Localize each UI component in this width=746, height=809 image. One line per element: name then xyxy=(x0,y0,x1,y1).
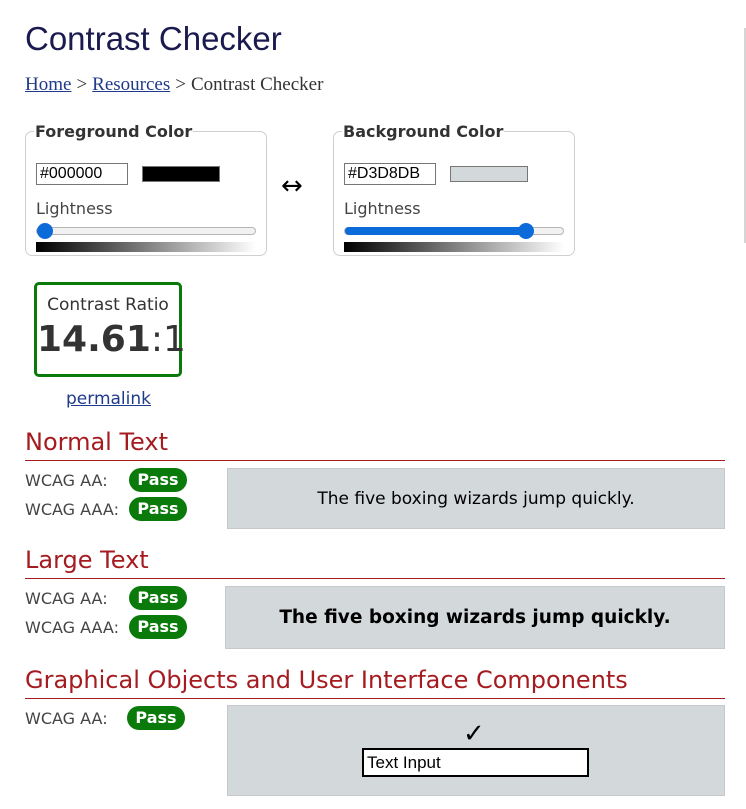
normal-aaa-pass-badge: Pass xyxy=(129,497,187,521)
contrast-ratio-label: Contrast Ratio xyxy=(47,295,169,315)
foreground-lightness-slider[interactable] xyxy=(36,223,256,239)
large-aa-pass-badge: Pass xyxy=(129,586,187,610)
section-divider xyxy=(25,460,725,461)
foreground-lightness-label: Lightness xyxy=(36,199,113,218)
section-divider xyxy=(25,578,725,579)
breadcrumb-separator: > xyxy=(175,74,186,95)
permalink-link[interactable]: permalink xyxy=(66,389,151,409)
normal-text-heading: Normal Text xyxy=(25,428,169,456)
breadcrumb: Home > Resources > Contrast Checker xyxy=(25,74,323,96)
contrast-ratio-number: 14.61 xyxy=(37,319,151,360)
background-color-group: Background Color Lightness xyxy=(333,122,575,256)
background-slider-thumb[interactable] xyxy=(518,223,534,239)
foreground-lightness-gradient xyxy=(36,242,256,252)
graphical-objects-heading: Graphical Objects and User Interface Com… xyxy=(25,666,628,694)
normal-aa-pass-badge: Pass xyxy=(129,468,187,492)
breadcrumb-home-link[interactable]: Home xyxy=(25,74,71,95)
contrast-ratio-box: Contrast Ratio 14.61:1 xyxy=(34,282,186,377)
large-aaa-label: WCAG AAA: xyxy=(25,618,119,637)
foreground-slider-thumb[interactable] xyxy=(37,223,53,239)
contrast-ratio-value: 14.61:1 xyxy=(37,319,186,360)
foreground-legend: Foreground Color xyxy=(35,122,193,141)
background-lightness-label: Lightness xyxy=(344,199,421,218)
breadcrumb-separator: > xyxy=(76,74,88,95)
normal-text-sample: The five boxing wizards jump quickly. xyxy=(227,468,725,529)
foreground-hex-input[interactable] xyxy=(36,163,128,185)
background-lightness-slider[interactable] xyxy=(344,223,564,239)
large-text-heading: Large Text xyxy=(25,546,149,574)
background-slider-fill xyxy=(345,227,526,235)
contrast-ratio-suffix: :1 xyxy=(150,319,186,360)
background-lightness-gradient xyxy=(344,242,564,252)
background-color-swatch[interactable] xyxy=(450,166,528,182)
normal-aaa-label: WCAG AAA: xyxy=(25,500,119,519)
section-divider xyxy=(25,698,725,699)
background-legend: Background Color xyxy=(343,122,504,141)
page-title: Contrast Checker xyxy=(25,20,282,57)
sample-text-input[interactable]: Text Input xyxy=(362,748,589,777)
large-text-sample: The five boxing wizards jump quickly. xyxy=(225,586,725,649)
graphical-aa-label: WCAG AA: xyxy=(25,709,108,728)
large-aa-label: WCAG AA: xyxy=(25,589,108,608)
breadcrumb-current: Contrast Checker xyxy=(190,74,324,95)
normal-aa-label: WCAG AA: xyxy=(25,471,108,490)
graphical-aa-pass-badge: Pass xyxy=(127,706,185,730)
foreground-color-group: Foreground Color Lightness xyxy=(25,122,267,256)
large-aaa-pass-badge: Pass xyxy=(129,615,187,639)
swap-colors-icon[interactable]: ↔ xyxy=(281,173,303,199)
foreground-color-swatch[interactable] xyxy=(142,166,220,182)
breadcrumb-resources-link[interactable]: Resources xyxy=(92,74,170,95)
background-hex-input[interactable] xyxy=(344,163,436,185)
checkmark-icon: ✓ xyxy=(463,719,485,749)
